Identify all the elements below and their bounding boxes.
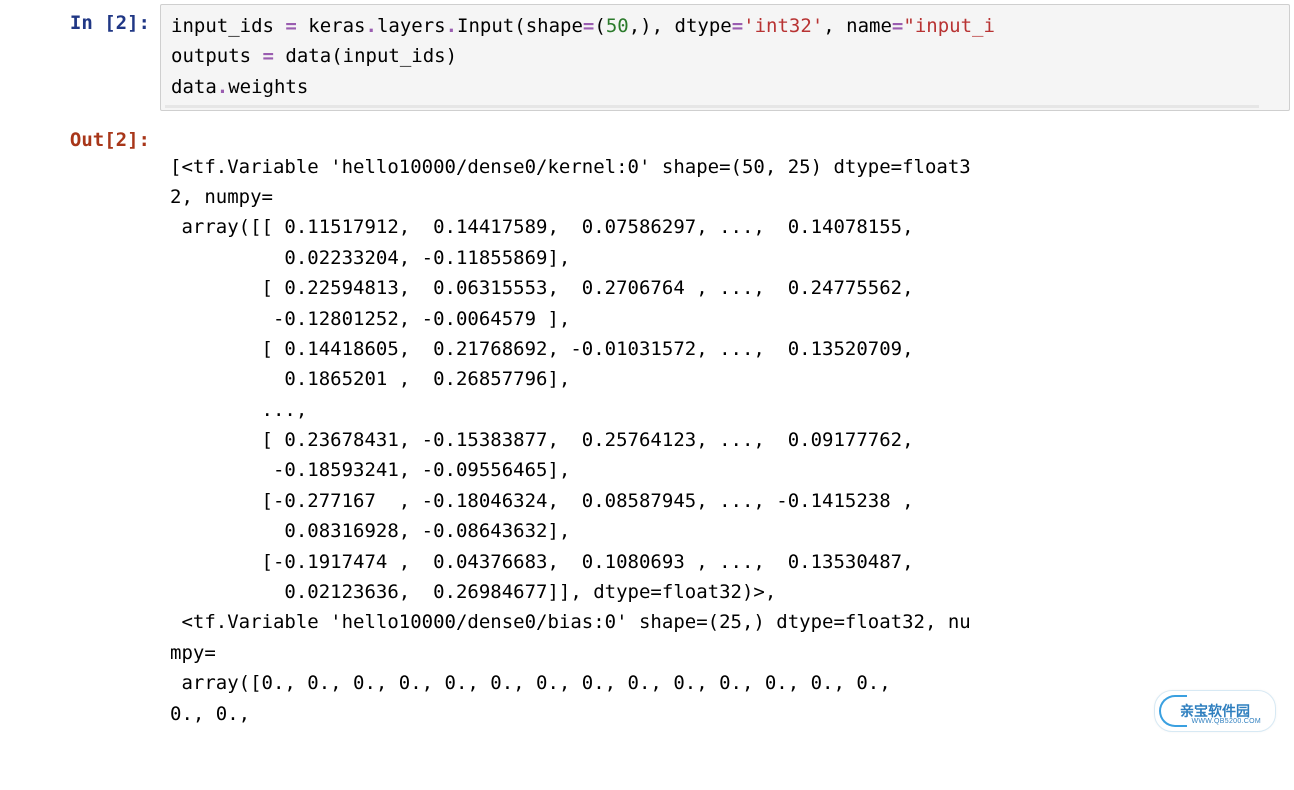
output-text: [<tf.Variable 'hello10000/dense0/kernel:… [170, 152, 1284, 729]
code-token: , [823, 15, 846, 37]
code-token: " [903, 15, 914, 37]
code-token: layers [377, 15, 446, 37]
code-token: input_ [915, 15, 984, 37]
code-token: data [171, 76, 217, 98]
code-block: input_ids = keras.layers.Input(shape=(50… [171, 11, 1279, 102]
output-cell: Out[2]: [<tf.Variable 'hello10000/dense0… [0, 117, 1294, 790]
code-token: input_ids [171, 15, 285, 37]
code-token: ' [743, 15, 754, 37]
code-token: . [217, 76, 228, 98]
code-token: = [583, 15, 594, 37]
code-token: outputs [171, 45, 263, 67]
code-token: = [263, 45, 274, 67]
code-token: ( [594, 15, 605, 37]
code-token: int32 [755, 15, 812, 37]
code-token: 50 [606, 15, 629, 37]
code-token: ) [640, 15, 651, 37]
code-input-area[interactable]: input_ids = keras.layers.Input(shape=(50… [160, 4, 1290, 111]
code-token: . [366, 15, 377, 37]
code-token: = [285, 15, 296, 37]
code-token: i [983, 15, 994, 37]
code-token: weights [228, 76, 308, 98]
code-token: ' [812, 15, 823, 37]
code-token: name [846, 15, 892, 37]
code-token: = [892, 15, 903, 37]
code-token: data [285, 45, 331, 67]
code-token: ) [446, 45, 457, 67]
code-token: input_ids [343, 45, 446, 67]
code-token: ( [514, 15, 525, 37]
code-token: keras [308, 15, 365, 37]
code-token [297, 15, 308, 37]
output-area: [<tf.Variable 'hello10000/dense0/kernel:… [160, 117, 1294, 790]
code-token: , [652, 15, 675, 37]
code-token: = [732, 15, 743, 37]
code-token: . [446, 15, 457, 37]
code-token: ( [331, 45, 342, 67]
code-token: shape [526, 15, 583, 37]
code-token: Input [457, 15, 514, 37]
input-prompt: In [2]: [0, 0, 160, 38]
code-token: , [629, 15, 640, 37]
input-cell: In [2]: input_ids = keras.layers.Input(s… [0, 0, 1294, 117]
code-token [274, 45, 285, 67]
output-prompt: Out[2]: [0, 117, 160, 155]
code-token: dtype [675, 15, 732, 37]
